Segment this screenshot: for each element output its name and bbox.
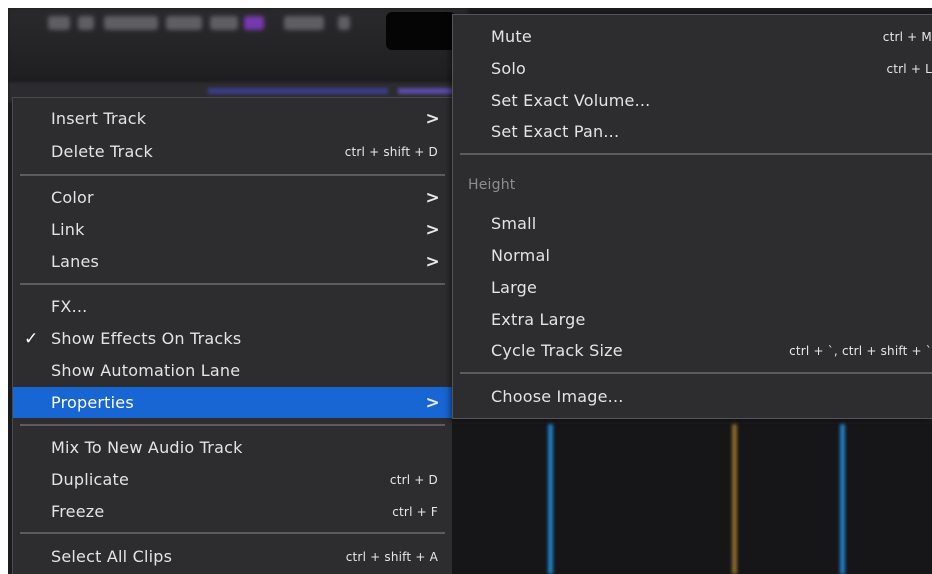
menu-separator — [20, 174, 445, 176]
menu-item-height-small[interactable]: Small — [453, 208, 932, 239]
menu-item-link[interactable]: Link > — [13, 214, 452, 245]
menu-item-label: FX... — [51, 297, 88, 316]
menu-item-mix-to-new-audio-track[interactable]: Mix To New Audio Track — [13, 432, 452, 463]
menu-item-label: Link — [51, 220, 85, 239]
menu-item-label: Show Effects On Tracks — [51, 329, 242, 348]
shortcut-label: ctrl + shift + D — [344, 144, 438, 159]
menu-separator — [20, 424, 445, 426]
menu-separator — [460, 153, 932, 155]
menu-item-choose-image[interactable]: Choose Image... — [453, 381, 932, 412]
menu-item-insert-track[interactable]: Insert Track > — [13, 103, 452, 134]
chevron-right-icon: > — [425, 187, 440, 208]
menu-item-delete-track[interactable]: Delete Track ctrl + shift + D — [13, 136, 452, 167]
background-track-lanes — [452, 424, 932, 574]
checkmark-icon: ✓ — [24, 328, 39, 349]
menu-item-label: Set Exact Pan... — [491, 122, 620, 141]
menu-item-fx[interactable]: FX... — [13, 291, 452, 322]
properties-submenu: Mute ctrl + M Solo ctrl + L Set Exact Vo… — [452, 14, 932, 419]
shortcut-label: ctrl + M — [882, 29, 932, 44]
menu-item-label: Select All Clips — [51, 547, 173, 566]
menu-item-label: Delete Track — [51, 142, 153, 161]
menu-item-height-large[interactable]: Large — [453, 272, 932, 303]
menu-item-height-normal[interactable]: Normal — [453, 240, 932, 271]
menu-item-show-automation-lane[interactable]: Show Automation Lane — [13, 355, 452, 386]
menu-item-mute[interactable]: Mute ctrl + M — [453, 21, 932, 52]
menu-item-duplicate[interactable]: Duplicate ctrl + D — [13, 464, 452, 495]
menu-separator — [460, 372, 932, 374]
menu-item-color[interactable]: Color > — [13, 182, 452, 213]
menu-item-label: Cycle Track Size — [491, 341, 623, 360]
shortcut-label: ctrl + L — [886, 61, 932, 76]
chevron-right-icon: > — [425, 251, 440, 272]
menu-item-label: Insert Track — [51, 109, 147, 128]
menu-item-label: Lanes — [51, 252, 100, 271]
menu-item-label: Extra Large — [491, 310, 586, 329]
track-context-menu: Insert Track > Delete Track ctrl + shift… — [12, 97, 452, 574]
menu-item-properties[interactable]: Properties > — [13, 387, 452, 418]
menu-item-set-exact-volume[interactable]: Set Exact Volume... — [453, 85, 932, 116]
menu-item-select-all-clips[interactable]: Select All Clips ctrl + shift + A — [13, 541, 452, 572]
menu-item-label: Large — [491, 278, 538, 297]
chevron-right-icon: > — [425, 219, 440, 240]
shortcut-label: ctrl + shift + A — [345, 549, 438, 564]
shortcut-label: ctrl + F — [392, 504, 438, 519]
menu-item-label: Normal — [491, 246, 551, 265]
menu-item-label: Properties — [51, 393, 134, 412]
menu-item-label: Mix To New Audio Track — [51, 438, 243, 457]
height-section-header: Height — [468, 177, 516, 193]
menu-item-lanes[interactable]: Lanes > — [13, 246, 452, 277]
menu-item-label: Solo — [491, 59, 526, 78]
menu-item-label: Choose Image... — [491, 387, 624, 406]
menu-item-freeze[interactable]: Freeze ctrl + F — [13, 496, 452, 527]
menu-item-label: Set Exact Volume... — [491, 91, 651, 110]
shortcut-label: ctrl + `, ctrl + shift + ` — [789, 343, 932, 358]
menu-item-label: Mute — [491, 27, 532, 46]
menu-item-cycle-track-size[interactable]: Cycle Track Size ctrl + `, ctrl + shift … — [453, 335, 932, 366]
shortcut-label: ctrl + D — [389, 472, 438, 487]
chevron-right-icon: > — [425, 392, 440, 413]
menu-item-solo[interactable]: Solo ctrl + L — [453, 53, 932, 84]
menu-separator — [20, 283, 445, 285]
menu-item-label: Freeze — [51, 502, 105, 521]
background-display-panel — [386, 12, 456, 50]
menu-item-label: Show Automation Lane — [51, 361, 241, 380]
menu-item-label: Duplicate — [51, 470, 130, 489]
menu-separator — [20, 532, 445, 534]
menu-item-label: Small — [491, 214, 537, 233]
menu-item-show-effects-on-tracks[interactable]: ✓ Show Effects On Tracks — [13, 323, 452, 354]
chevron-right-icon: > — [425, 108, 440, 129]
menu-item-label: Color — [51, 188, 94, 207]
menu-item-height-extra-large[interactable]: Extra Large — [453, 304, 932, 335]
menu-item-set-exact-pan[interactable]: Set Exact Pan... — [453, 116, 932, 147]
